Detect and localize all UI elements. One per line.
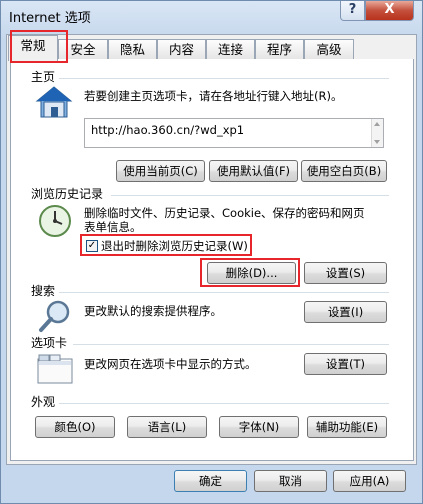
- highlight-tab-general: [10, 30, 68, 63]
- close-button[interactable]: X: [365, 1, 414, 21]
- tab-connections[interactable]: 连接: [206, 39, 255, 59]
- tabs-window-icon: [37, 354, 73, 384]
- languages-button[interactable]: 语言(L): [127, 416, 207, 438]
- divider: [59, 78, 389, 79]
- fonts-button[interactable]: 字体(N): [219, 416, 299, 438]
- search-description: 更改默认的搜索提供程序。: [84, 304, 222, 318]
- homepage-heading: 主页: [31, 70, 56, 84]
- use-default-button[interactable]: 使用默认值(F): [209, 160, 298, 182]
- highlight-delete-button: [200, 258, 300, 287]
- tabs-settings-button[interactable]: 设置(T): [304, 353, 387, 375]
- home-icon: [35, 86, 73, 118]
- dialog-window: Internet 选项 ? X 常规 安全 隐私 内容 连接 程序 高级 主页 …: [0, 0, 423, 504]
- homepage-description: 若要创建主页选项卡，请在各地址行键入地址(R)。: [84, 89, 343, 103]
- appearance-heading: 外观: [31, 395, 56, 409]
- scroll-down-icon: [374, 140, 380, 144]
- apply-button[interactable]: 应用(A): [333, 470, 406, 492]
- magnifier-icon: [39, 300, 70, 332]
- window-title: Internet 选项: [9, 11, 91, 26]
- divider: [59, 292, 389, 293]
- history-settings-button[interactable]: 设置(S): [304, 262, 387, 284]
- divider: [111, 195, 389, 196]
- search-heading: 搜索: [31, 284, 56, 298]
- homepage-url-value: http://hao.360.cn/?wd_xp1: [91, 123, 245, 137]
- history-description-line2: 表单信息。: [84, 220, 142, 234]
- tab-content[interactable]: 内容: [157, 39, 206, 59]
- ok-button[interactable]: 确定: [174, 470, 247, 492]
- history-description-line1: 删除临时文件、历史记录、Cookie、保存的密码和网页: [84, 206, 365, 220]
- homepage-url-input[interactable]: http://hao.360.cn/?wd_xp1: [84, 118, 384, 148]
- url-scrollbar[interactable]: [371, 119, 383, 147]
- cancel-button[interactable]: 取消: [254, 470, 327, 492]
- divider: [59, 403, 389, 404]
- tabs-heading: 选项卡: [31, 336, 68, 350]
- accessibility-button[interactable]: 辅助功能(E): [307, 416, 387, 438]
- highlight-checkbox: [80, 234, 252, 256]
- tab-programs[interactable]: 程序: [255, 39, 304, 59]
- search-settings-button[interactable]: 设置(I): [304, 301, 387, 323]
- divider: [73, 344, 389, 345]
- tab-privacy[interactable]: 隐私: [108, 39, 157, 59]
- tab-advanced[interactable]: 高级: [304, 39, 354, 59]
- use-current-button[interactable]: 使用当前页(C): [116, 160, 205, 182]
- history-clock-icon: [39, 205, 71, 237]
- help-button[interactable]: ?: [340, 1, 365, 21]
- use-blank-button[interactable]: 使用空白页(B): [301, 160, 387, 182]
- scroll-up-icon: [374, 122, 380, 126]
- colors-button[interactable]: 颜色(O): [35, 416, 115, 438]
- tabs-description: 更改网页在选项卡中显示的方式。: [84, 357, 257, 371]
- history-heading: 浏览历史记录: [31, 187, 104, 201]
